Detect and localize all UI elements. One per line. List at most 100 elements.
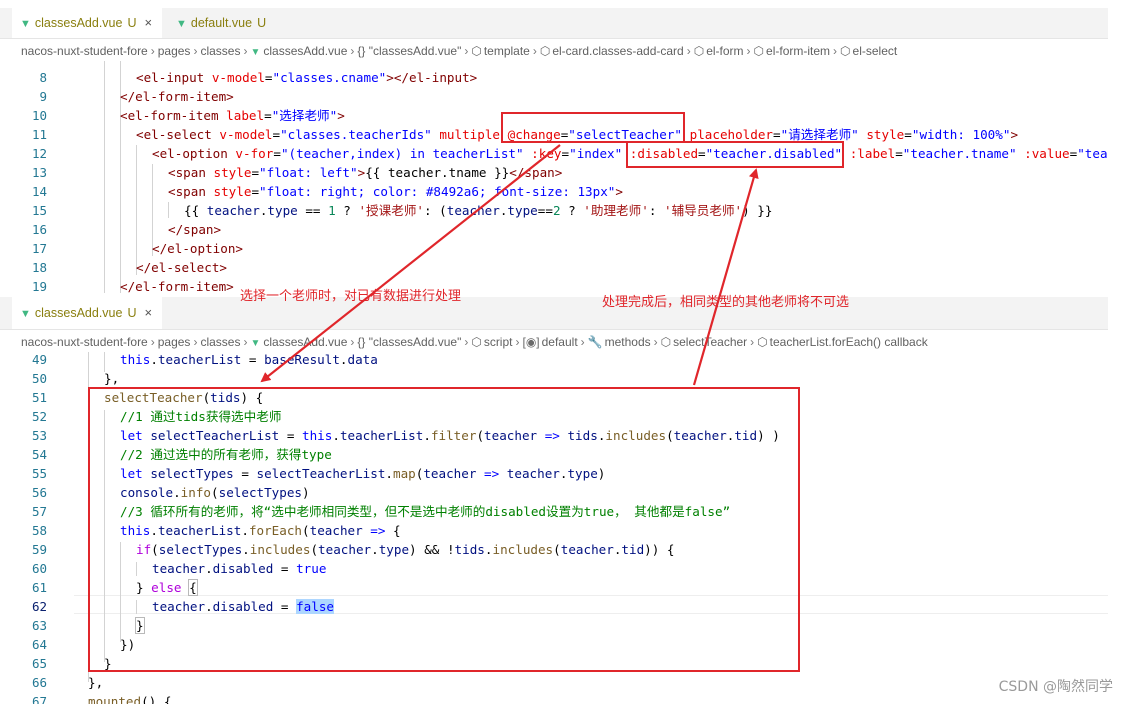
breadcrumb: nacos-nuxt-student-fore › pages › classes › ▼ c… (0, 41, 1108, 61)
line-number: 66 (31, 675, 47, 690)
breadcrumb-item[interactable]: {} "classesAdd.vue" (357, 335, 461, 349)
chevron-right-icon: › (580, 335, 585, 349)
method-icon: ⬡ (757, 335, 768, 349)
code-line: 16 </span> (0, 220, 1108, 239)
breadcrumb-item[interactable]: pages (158, 44, 191, 58)
symbol-icon: ⬡ (753, 44, 765, 58)
breadcrumb-item[interactable]: classes (200, 44, 240, 58)
code-text: <span style="float: right; color: #8492a… (168, 184, 623, 199)
breadcrumb-item[interactable]: el-select (853, 44, 898, 58)
line-number: 49 (31, 352, 47, 367)
chevron-right-icon: › (243, 335, 248, 349)
breadcrumb-item[interactable]: classesAdd.vue (263, 44, 347, 58)
code-line: 15 {{ teacher.type == 1 ? '授课老师': (teache… (0, 201, 1108, 220)
line-number: 54 (31, 447, 47, 462)
breadcrumb-item[interactable]: classesAdd.vue (263, 335, 347, 349)
chevron-right-icon: › (833, 44, 838, 58)
code-text: </span> (168, 222, 222, 237)
line-number: 19 (31, 279, 47, 293)
code-text: mounted() { (88, 694, 172, 704)
chevron-right-icon: › (150, 44, 155, 58)
breadcrumb-item[interactable]: default (542, 335, 578, 349)
breadcrumb-item[interactable]: el-card.classes-add-card (552, 44, 683, 58)
line-number: 52 (31, 409, 47, 424)
vue-file-icon: ▼ (20, 308, 31, 320)
breadcrumb-item[interactable]: pages (158, 335, 191, 349)
code-line: 17 </el-option> (0, 239, 1108, 258)
line-number: 16 (31, 222, 47, 237)
breadcrumb-item[interactable]: template (484, 44, 530, 58)
line-number: 12 (31, 146, 47, 161)
annotation-box-select-teacher-method (88, 387, 800, 672)
line-number: 13 (31, 165, 47, 180)
code-text: <el-form-item label="选择老师"> (120, 108, 345, 123)
vue-file-icon: ▼ (250, 47, 261, 58)
watermark: CSDN @陶然同学 (998, 679, 1113, 695)
close-icon[interactable]: × (144, 305, 152, 320)
code-text: }, (104, 371, 120, 386)
code-text: {{ teacher.type == 1 ? '授课老师': (teacher.… (184, 203, 773, 218)
code-line: 67 mounted() { (0, 692, 1108, 704)
chevron-right-icon: › (532, 44, 537, 58)
line-number: 53 (31, 428, 47, 443)
line-number: 18 (31, 260, 47, 275)
chevron-right-icon: › (193, 44, 198, 58)
line-number: 57 (31, 504, 47, 519)
code-line: 14 <span style="float: right; color: #849… (0, 182, 1108, 201)
code-line: 13 <span style="float: left">{{ teacher.t… (0, 163, 1108, 182)
code-text: this.teacherList = baseResult.data (120, 352, 378, 367)
line-number: 67 (31, 694, 47, 704)
editor-tab-bar-bottom: ▼ classesAdd.vue U × (0, 297, 1108, 330)
breadcrumb-item[interactable]: script (484, 335, 513, 349)
method-icon: ⬡ (660, 335, 672, 349)
symbol-icon: ⬡ (693, 44, 705, 58)
breadcrumb-item[interactable]: nacos-nuxt-student-fore (21, 335, 148, 349)
chevron-right-icon: › (686, 44, 691, 58)
chevron-right-icon: › (464, 44, 469, 58)
chevron-right-icon: › (515, 335, 520, 349)
breadcrumb-item[interactable]: el-form (706, 44, 743, 58)
line-number: 9 (39, 89, 47, 104)
vue-file-icon: ▼ (176, 18, 187, 30)
chevron-right-icon: › (243, 44, 248, 58)
line-number: 14 (31, 184, 47, 199)
breadcrumb-item[interactable]: classes (200, 335, 240, 349)
close-icon[interactable]: × (144, 15, 152, 30)
annotation-box-disabled-attr (626, 141, 844, 168)
code-editor-template[interactable]: 8 <el-input v-model="classes.cname"></el-… (0, 61, 1108, 293)
chevron-right-icon: › (653, 335, 658, 349)
code-text: <span style="float: left">{{ teacher.tna… (168, 165, 563, 180)
symbol-icon: ⬡ (471, 44, 482, 58)
breadcrumb-item[interactable]: methods (605, 335, 651, 349)
line-number: 15 (31, 203, 47, 218)
chevron-right-icon: › (350, 335, 355, 349)
tab-default[interactable]: ▼ default.vue U (168, 8, 276, 38)
breadcrumb-item[interactable]: teacherList.forEach() callback (770, 335, 928, 349)
line-number: 11 (31, 127, 47, 142)
breadcrumb-item[interactable]: selectTeacher (673, 335, 747, 349)
line-number: 60 (31, 561, 47, 576)
tab-classes-add[interactable]: ▼ classesAdd.vue U × (12, 297, 163, 329)
tab-classes-add[interactable]: ▼ classesAdd.vue U × (12, 8, 163, 38)
code-line: 18 </el-select> (0, 258, 1108, 277)
code-line: 66}, (0, 673, 1108, 692)
code-line: 50}, (0, 369, 1108, 388)
annotation-note-process: 选择一个老师时，对已有数据进行处理 (240, 289, 462, 304)
line-number: 56 (31, 485, 47, 500)
variable-icon: [◉] (522, 335, 540, 349)
breadcrumb-item[interactable]: nacos-nuxt-student-fore (21, 44, 148, 58)
chevron-right-icon: › (746, 44, 751, 58)
code-line: 8 <el-input v-model="classes.cname"></el-… (0, 68, 1108, 87)
code-line: 12 <el-option v-for="(teacher,index) in t… (0, 144, 1108, 163)
line-number: 65 (31, 656, 47, 671)
line-number: 58 (31, 523, 47, 538)
breadcrumb-item[interactable]: el-form-item (766, 44, 830, 58)
line-number: 17 (31, 241, 47, 256)
line-number: 51 (31, 390, 47, 405)
breadcrumb-item[interactable]: {} "classesAdd.vue" (357, 44, 461, 58)
line-number: 8 (39, 70, 47, 85)
symbol-icon: ⬡ (539, 44, 551, 58)
line-number: 64 (31, 637, 47, 652)
chevron-right-icon: › (750, 335, 755, 349)
wrench-icon: 🔧 (587, 335, 603, 349)
